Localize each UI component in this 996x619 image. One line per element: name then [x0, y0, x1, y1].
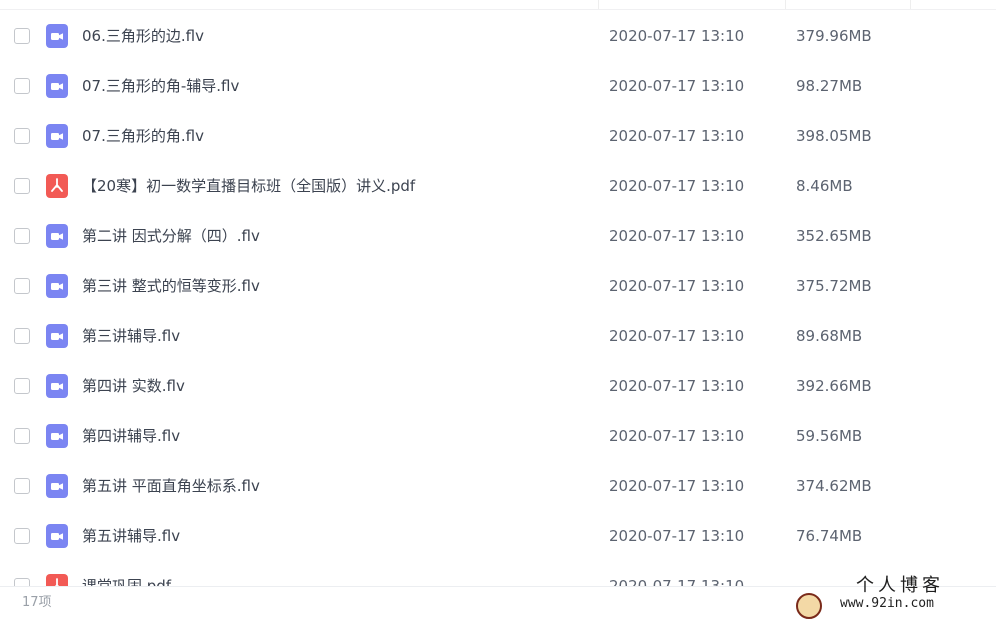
file-name[interactable]: 06.三角形的边.flv: [82, 11, 204, 61]
status-bar: 17项 个人博客 www.92in.com: [0, 575, 996, 619]
row-checkbox[interactable]: [14, 528, 30, 544]
table-row[interactable]: 第五讲辅导.flv 2020-07-17 13:10 76.74MB: [0, 511, 996, 561]
column-divider: [910, 0, 911, 9]
table-row[interactable]: 第五讲 平面直角坐标系.flv 2020-07-17 13:10 374.62MB: [0, 461, 996, 511]
video-file-icon: [46, 474, 68, 498]
row-checkbox[interactable]: [14, 28, 30, 44]
row-checkbox[interactable]: [14, 478, 30, 494]
file-name[interactable]: 07.三角形的角-辅导.flv: [82, 61, 239, 111]
table-row[interactable]: 第三讲 整式的恒等变形.flv 2020-07-17 13:10 375.72MB: [0, 261, 996, 311]
column-divider: [598, 0, 599, 9]
watermark-url: www.92in.com: [840, 596, 934, 611]
file-size: 392.66MB: [796, 377, 872, 395]
file-date: 2020-07-17 13:10: [609, 427, 745, 445]
video-file-icon: [46, 424, 68, 448]
video-file-icon: [46, 124, 68, 148]
column-divider: [785, 0, 786, 9]
video-file-icon: [46, 274, 68, 298]
file-size: 375.72MB: [796, 277, 872, 295]
video-file-icon: [46, 224, 68, 248]
file-size: 76.74MB: [796, 527, 863, 545]
file-date: 2020-07-17 13:10: [609, 377, 745, 395]
pdf-file-icon: [46, 174, 68, 198]
file-date: 2020-07-17 13:10: [609, 577, 745, 586]
table-row[interactable]: 第四讲 实数.flv 2020-07-17 13:10 392.66MB: [0, 361, 996, 411]
file-name[interactable]: 第五讲辅导.flv: [82, 511, 180, 561]
video-file-icon: [46, 24, 68, 48]
file-date: 2020-07-17 13:10: [609, 227, 745, 245]
file-name[interactable]: 第三讲 整式的恒等变形.flv: [82, 261, 260, 311]
file-name[interactable]: 07.三角形的角.flv: [82, 111, 204, 161]
table-row[interactable]: 第二讲 因式分解（四）.flv 2020-07-17 13:10 352.65MB: [0, 211, 996, 261]
file-size: 398.05MB: [796, 127, 872, 145]
file-name[interactable]: 第四讲 实数.flv: [82, 361, 185, 411]
file-size: 374.62MB: [796, 477, 872, 495]
watermark-title: 个人博客: [856, 575, 944, 596]
video-file-icon: [46, 524, 68, 548]
table-row[interactable]: 第四讲辅导.flv 2020-07-17 13:10 59.56MB: [0, 411, 996, 461]
row-checkbox[interactable]: [14, 378, 30, 394]
file-size: 98.27MB: [796, 77, 863, 95]
row-checkbox[interactable]: [14, 428, 30, 444]
file-size: 8.46MB: [796, 177, 853, 195]
file-size: 352.65MB: [796, 227, 872, 245]
table-row[interactable]: 07.三角形的角-辅导.flv 2020-07-17 13:10 98.27MB: [0, 61, 996, 111]
file-date: 2020-07-17 13:10: [609, 327, 745, 345]
item-count: 17项: [22, 595, 52, 610]
table-row[interactable]: 课堂巩固.pdf 2020-07-17 13:10: [0, 561, 996, 586]
file-list: 06.三角形的边.flv 2020-07-17 13:10 379.96MB 07.三…: [0, 11, 996, 586]
row-checkbox[interactable]: [14, 278, 30, 294]
table-row[interactable]: 第三讲辅导.flv 2020-07-17 13:10 89.68MB: [0, 311, 996, 361]
file-name[interactable]: 第五讲 平面直角坐标系.flv: [82, 461, 260, 511]
row-checkbox[interactable]: [14, 228, 30, 244]
file-size: 89.68MB: [796, 327, 863, 345]
file-date: 2020-07-17 13:10: [609, 127, 745, 145]
file-name[interactable]: 第二讲 因式分解（四）.flv: [82, 211, 260, 261]
video-file-icon: [46, 324, 68, 348]
video-file-icon: [46, 74, 68, 98]
row-checkbox[interactable]: [14, 578, 30, 586]
video-file-icon: [46, 374, 68, 398]
table-row[interactable]: 07.三角形的角.flv 2020-07-17 13:10 398.05MB: [0, 111, 996, 161]
pdf-file-icon: [46, 574, 68, 586]
file-date: 2020-07-17 13:10: [609, 27, 745, 45]
file-name[interactable]: 课堂巩固.pdf: [82, 561, 171, 586]
row-checkbox[interactable]: [14, 128, 30, 144]
table-row[interactable]: 【20寒】初一数学直播目标班（全国版）讲义.pdf 2020-07-17 13:1…: [0, 161, 996, 211]
file-date: 2020-07-17 13:10: [609, 527, 745, 545]
file-name[interactable]: 【20寒】初一数学直播目标班（全国版）讲义.pdf: [82, 161, 415, 211]
table-row[interactable]: 06.三角形的边.flv 2020-07-17 13:10 379.96MB: [0, 11, 996, 61]
row-checkbox[interactable]: [14, 178, 30, 194]
file-size: 59.56MB: [796, 427, 863, 445]
file-name[interactable]: 第四讲辅导.flv: [82, 411, 180, 461]
file-date: 2020-07-17 13:10: [609, 177, 745, 195]
file-size: 379.96MB: [796, 27, 872, 45]
row-checkbox[interactable]: [14, 328, 30, 344]
file-date: 2020-07-17 13:10: [609, 77, 745, 95]
file-date: 2020-07-17 13:10: [609, 477, 745, 495]
row-checkbox[interactable]: [14, 78, 30, 94]
watermark-avatar-icon: [796, 593, 822, 619]
column-header-strip: [0, 0, 996, 10]
file-name[interactable]: 第三讲辅导.flv: [82, 311, 180, 361]
watermark: 个人博客 www.92in.com: [796, 575, 976, 619]
file-date: 2020-07-17 13:10: [609, 277, 745, 295]
